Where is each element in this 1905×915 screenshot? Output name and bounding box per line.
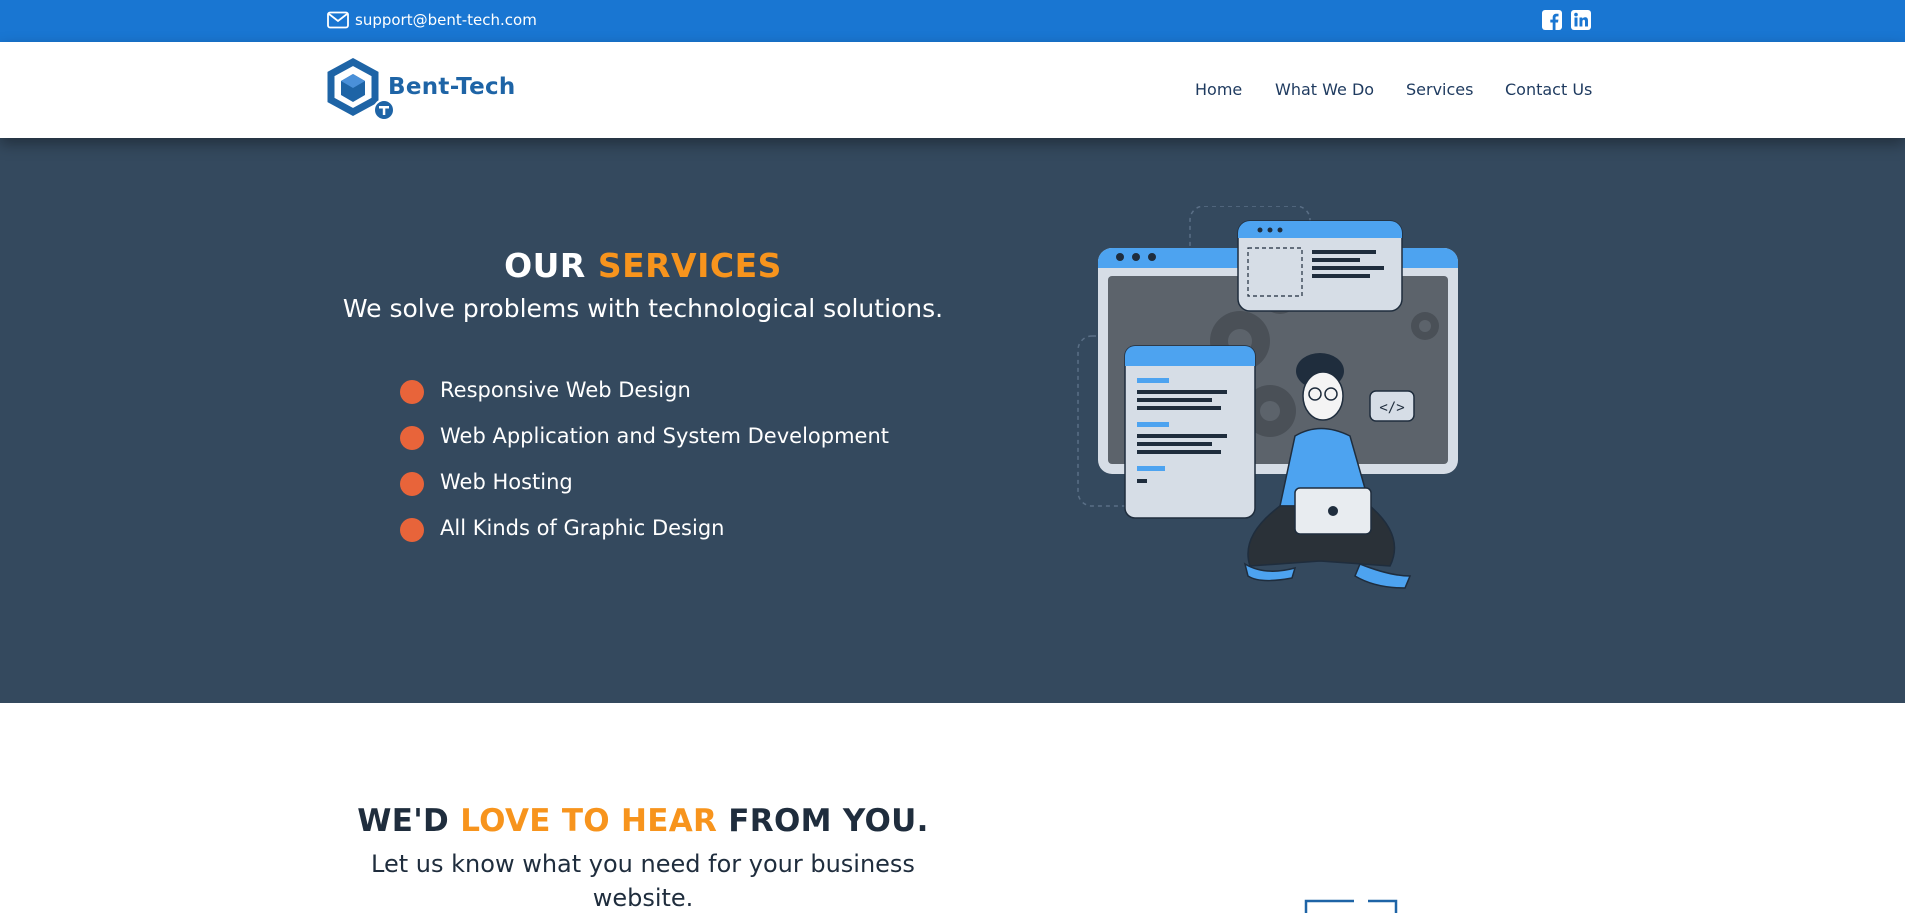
heading-text: OUR: [504, 246, 598, 285]
service-label: Web Hosting: [440, 470, 573, 494]
mail-icon: [327, 11, 349, 29]
contact-section: WE'D LOVE TO HEAR FROM YOU. Let us know …: [0, 703, 1905, 913]
contact-heading-accent: LOVE TO HEAR: [460, 803, 718, 839]
top-bar: support@bent-tech.com: [0, 0, 1905, 42]
nav-home[interactable]: Home: [1195, 80, 1242, 99]
bullet-dot-icon: [400, 518, 424, 542]
brand-logo-icon[interactable]: [325, 58, 397, 124]
main-navbar: Bent-Tech Home What We Do Services Conta…: [0, 42, 1905, 138]
brand-name[interactable]: Bent-Tech: [388, 74, 516, 100]
nav-contact-us[interactable]: Contact Us: [1505, 80, 1592, 99]
developer-illustration: </>: [1077, 206, 1458, 589]
contact-illustration: [1304, 899, 1398, 913]
facebook-icon[interactable]: [1542, 10, 1562, 30]
bullet-dot-icon: [400, 380, 424, 404]
linkedin-icon[interactable]: [1571, 10, 1591, 30]
service-label: Web Application and System Development: [440, 424, 890, 448]
service-label: Responsive Web Design: [440, 378, 691, 402]
bullet-dot-icon: [400, 426, 424, 450]
services-hero-section: OUR SERVICES We solve problems with tech…: [0, 138, 1905, 703]
nav-what-we-do[interactable]: What We Do: [1275, 80, 1374, 99]
support-email-link[interactable]: support@bent-tech.com: [355, 11, 537, 29]
contact-heading-text-end: FROM YOU.: [717, 803, 929, 839]
nav-services[interactable]: Services: [1406, 80, 1473, 99]
contact-subtitle: Let us know what you need for your busin…: [371, 850, 915, 912]
heading-accent-text: SERVICES: [597, 246, 782, 285]
contact-heading: WE'D LOVE TO HEAR FROM YOU.: [0, 803, 1286, 839]
svg-text:</>: </>: [1379, 400, 1404, 416]
contact-heading-text: WE'D: [357, 803, 461, 839]
service-label: All Kinds of Graphic Design: [440, 516, 725, 540]
bullet-dot-icon: [400, 472, 424, 496]
